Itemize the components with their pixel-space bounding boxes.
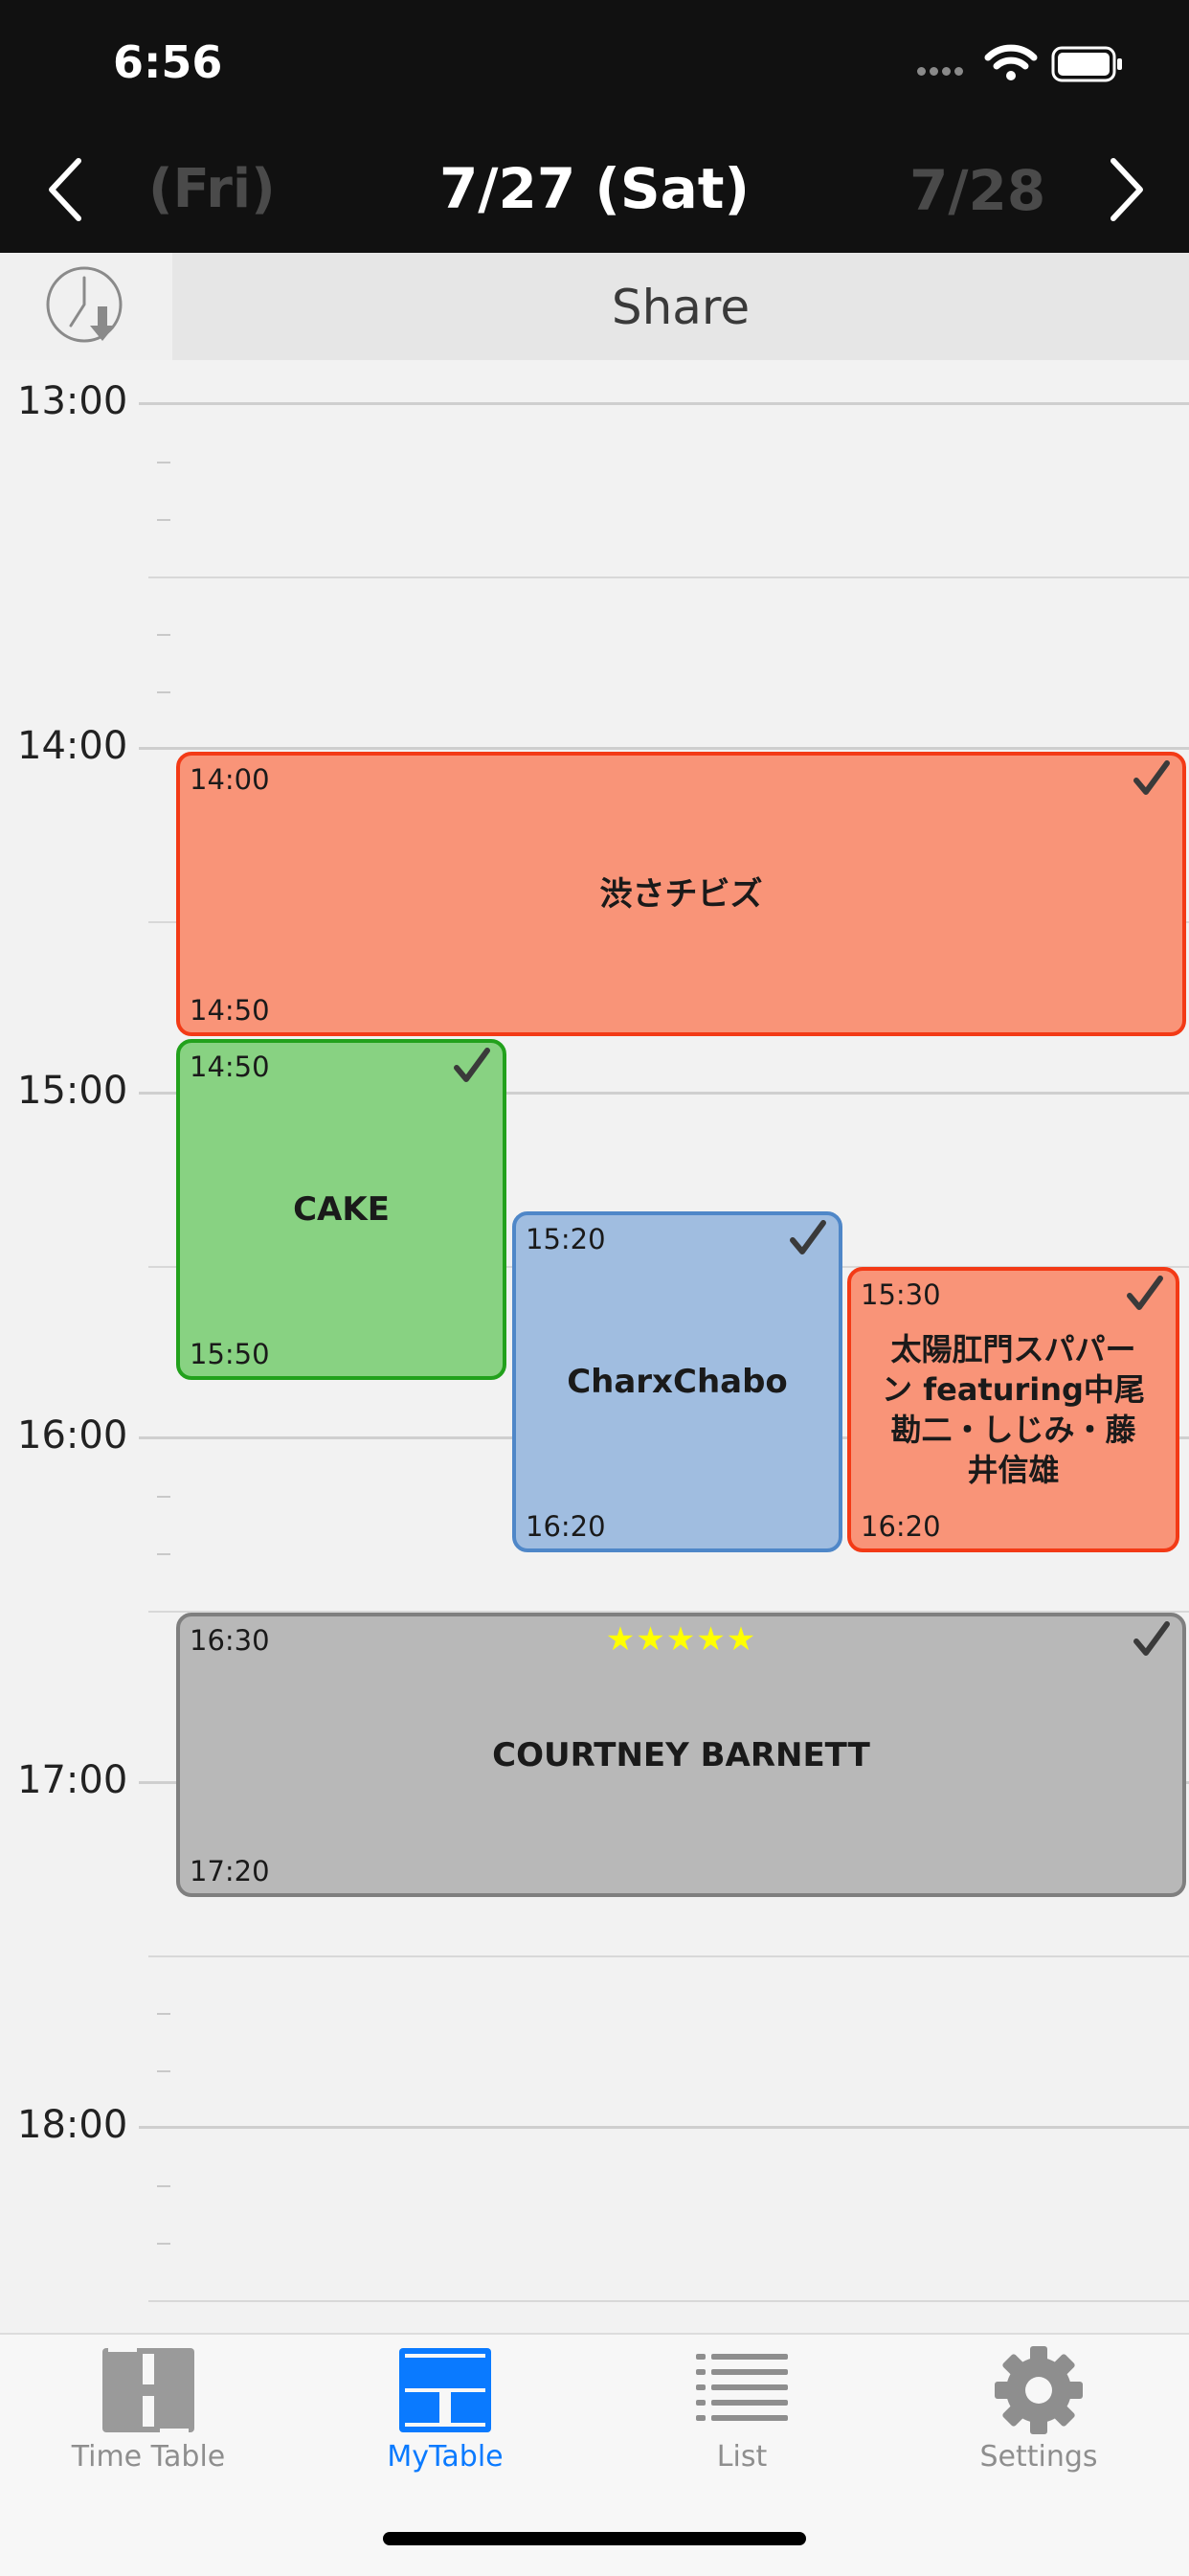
mytable-icon	[399, 2348, 491, 2432]
hour-line	[139, 747, 1189, 750]
grid-tick	[157, 1553, 170, 1555]
event-end-time: 16:20	[861, 1510, 941, 1543]
checkmark-icon	[790, 1220, 826, 1254]
half-hour-line	[148, 576, 1189, 578]
event-block[interactable]: 16:30 ★★★★★ COURTNEY BARNETT 17:20	[176, 1613, 1186, 1897]
half-hour-line	[148, 2300, 1189, 2302]
hour-label: 15:00	[17, 1069, 128, 1113]
list-icon	[696, 2354, 788, 2421]
status-time: 6:56	[113, 36, 223, 88]
event-end-time: 15:50	[190, 1338, 270, 1370]
header-bar: 6:56 (Fri) 7/27 (Sat) 7/28	[0, 0, 1189, 253]
event-title: COURTNEY BARNETT	[492, 1735, 870, 1774]
event-block[interactable]: 14:00 渋さチビズ 14:50	[176, 752, 1186, 1036]
tab-label: MyTable	[387, 2440, 504, 2474]
tab-label: List	[716, 2440, 768, 2474]
event-start-time: 14:00	[190, 763, 270, 796]
timetable-icon	[102, 2348, 194, 2432]
event-end-time: 17:20	[190, 1855, 270, 1887]
grid-tick	[157, 2243, 170, 2245]
hour-line	[139, 402, 1189, 405]
event-block[interactable]: 15:30 太陽肛門スパパーン featuring中尾勘二・しじみ・藤井信雄 1…	[847, 1267, 1179, 1552]
grid-tick	[157, 1496, 170, 1498]
next-date-label[interactable]: 7/28	[909, 158, 1045, 223]
grid-tick	[157, 519, 170, 521]
checkmark-icon	[454, 1048, 490, 1082]
event-end-time: 14:50	[190, 994, 270, 1027]
hour-line	[139, 2126, 1189, 2129]
hour-label: 18:00	[17, 2103, 128, 2147]
grid-tick	[157, 2070, 170, 2072]
event-start-time: 15:20	[526, 1223, 606, 1255]
event-block[interactable]: 15:20 CharxChabo 16:20	[512, 1211, 842, 1552]
tab-settings[interactable]: Settings	[890, 2337, 1187, 2490]
gear-icon	[995, 2346, 1083, 2434]
half-hour-line	[148, 1955, 1189, 1957]
hour-label: 16:00	[17, 1413, 128, 1457]
grid-tick	[157, 634, 170, 636]
wifi-icon	[984, 44, 1038, 80]
checkmark-icon	[1133, 1621, 1170, 1656]
clock-download-icon	[46, 266, 123, 343]
signal-icon	[917, 59, 975, 76]
battery-icon	[1051, 46, 1122, 82]
share-button[interactable]: Share	[172, 280, 1189, 335]
clock-download-button[interactable]	[0, 253, 172, 360]
event-title: CAKE	[293, 1190, 390, 1229]
tab-mytable[interactable]: MyTable	[297, 2337, 594, 2490]
event-start-time: 15:30	[861, 1278, 941, 1311]
event-block[interactable]: 14:50 CAKE 15:50	[176, 1039, 506, 1380]
tab-timetable[interactable]: Time Table	[0, 2337, 297, 2490]
tab-list[interactable]: List	[594, 2337, 890, 2490]
tab-label: Settings	[979, 2440, 1098, 2474]
event-end-time: 16:20	[526, 1510, 606, 1543]
grid-tick	[157, 2185, 170, 2187]
hour-label: 14:00	[17, 724, 128, 768]
grid-tick	[157, 2013, 170, 2015]
event-title: CharxChabo	[567, 1363, 788, 1401]
event-title: 渋さチビズ	[599, 874, 763, 914]
hour-label: 17:00	[17, 1758, 128, 1802]
event-title: 太陽肛門スパパーン featuring中尾勘二・しじみ・藤井信雄	[882, 1331, 1145, 1488]
grid-tick	[157, 462, 170, 463]
home-indicator	[383, 2532, 806, 2545]
rating-stars: ★★★★★	[605, 1620, 757, 1659]
checkmark-icon	[1127, 1276, 1163, 1310]
event-start-time: 14:50	[190, 1051, 270, 1083]
checkmark-icon	[1133, 760, 1170, 795]
hour-label: 13:00	[17, 379, 128, 423]
tab-label: Time Table	[71, 2440, 226, 2474]
grid-tick	[157, 691, 170, 693]
chevron-right-icon[interactable]	[1096, 153, 1154, 226]
